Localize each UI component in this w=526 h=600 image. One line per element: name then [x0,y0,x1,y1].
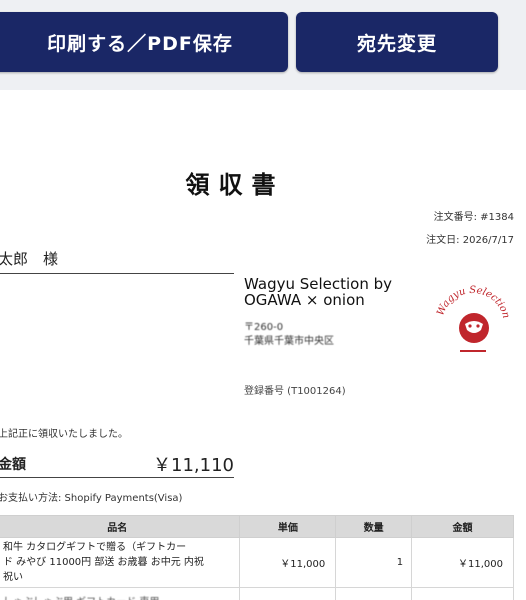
empty-cell [411,587,514,600]
item-name-partial: しゃぶしゃぶ用 ギフトカード 専用 [0,587,241,600]
order-date: 注文日: 2026/7/17 [426,235,514,246]
table-header-row: 品名 単価 数量 金額 [0,515,514,538]
header-qty: 数量 [335,515,413,538]
toolbar: 印刷する／PDF保存 宛先変更 [0,0,526,90]
header-unit-price: 単価 [239,515,337,538]
item-amount: ￥11,000 [411,537,514,588]
item-name: 和牛 カタログギフトで贈る（ギフトカー ド みやび 11000円 部送 お歳暮 … [0,537,241,588]
item-name-line3: 祝い [3,572,23,583]
store-address-line2: 千葉県千葉市中央区 [244,336,334,347]
table-row: しゃぶしゃぶ用 ギフトカード 専用 [0,587,514,600]
item-unit-price: ￥11,000 [239,537,337,588]
payment-method: お支払い方法: Shopify Payments(Visa) [0,493,183,504]
receipt-title: 領収書 [185,171,285,199]
store-name-line2: OGAWA × onion [244,291,365,309]
store-address: 〒260-0 千葉県千葉市中央区 [244,321,334,349]
order-number: 注文番号: #1384 [433,212,514,223]
wagyu-selection-logo: Wagyu Selection [435,285,511,352]
amount-value: ￥11,110 [153,454,234,476]
store-name-line1: Wagyu Selection by [244,275,393,293]
header-amount: 金額 [411,515,514,538]
store-name: Wagyu Selection by OGAWA × onion [244,276,392,308]
item-qty: 1 [335,537,413,588]
recipient-name: 太郎 様 [0,246,234,274]
items-table: 品名 単価 数量 金額 和牛 カタログギフトで贈る（ギフトカー ド みやび 11… [0,515,514,600]
item-name-line1: 和牛 カタログギフトで贈る（ギフトカー [3,542,187,553]
change-address-button[interactable]: 宛先変更 [296,12,498,72]
store-registration: 登録番号 (T1001264) [244,386,346,397]
empty-cell [239,587,337,600]
table-row: 和牛 カタログギフトで贈る（ギフトカー ド みやび 11000円 部送 お歳暮 … [0,537,514,588]
amount-row: 金額 ￥11,110 [0,450,234,478]
received-statement: 上記正に領収いたしました。 [0,429,128,440]
empty-cell [335,587,413,600]
item-name-line2: ド みやび 11000円 部送 お歳暮 お中元 内祝 [3,557,204,568]
store-address-line1: 〒260-0 [244,322,284,333]
print-pdf-button[interactable]: 印刷する／PDF保存 [0,12,288,72]
amount-label: 金額 [0,456,26,473]
header-item: 品名 [0,515,241,538]
